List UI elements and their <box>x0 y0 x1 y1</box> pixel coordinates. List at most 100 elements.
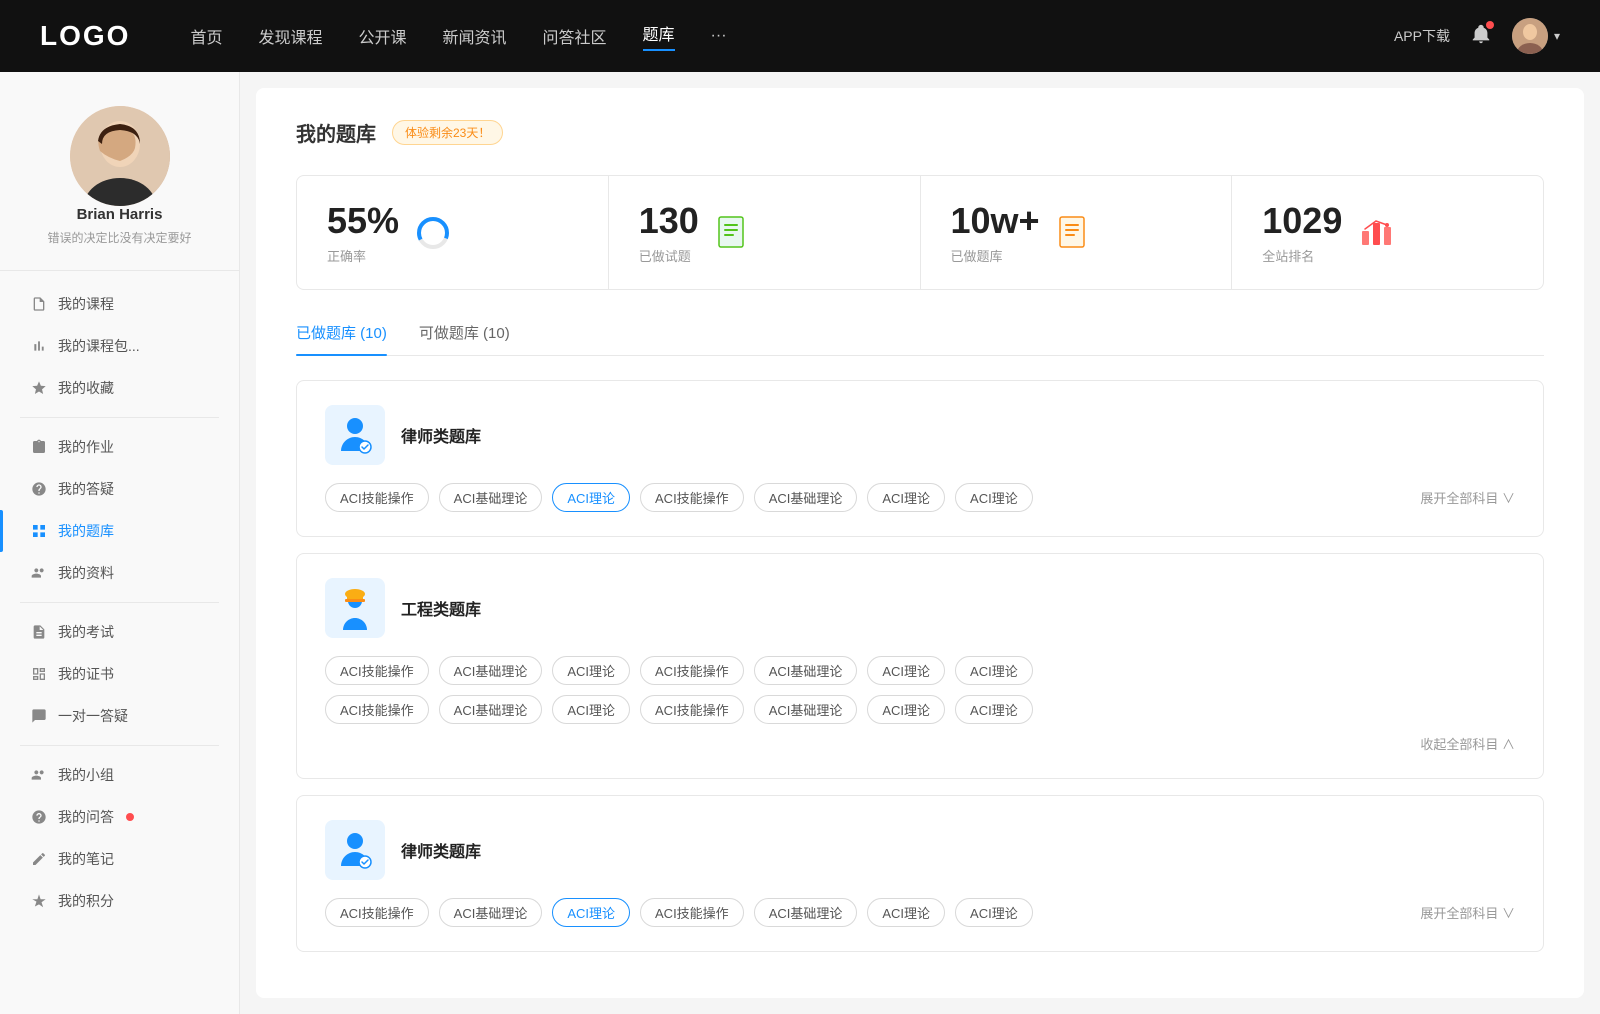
profile-avatar <box>70 106 170 206</box>
notification-bell[interactable] <box>1470 23 1492 50</box>
nav-question-bank[interactable]: 题库 <box>643 21 675 51</box>
tag-3-5[interactable]: ACI基础理论 <box>754 898 858 927</box>
sidebar-label-one-on-one: 一对一答疑 <box>58 706 128 726</box>
sidebar-label-my-qa: 我的问答 <box>58 807 114 827</box>
profile-section: Brian Harris 错误的决定比没有决定要好 <box>0 96 239 271</box>
tag-2-13[interactable]: ACI理论 <box>867 695 945 724</box>
bar-chart-icon <box>30 337 48 355</box>
nav-open-course[interactable]: 公开课 <box>358 24 406 48</box>
sidebar-item-favorites[interactable]: 我的收藏 <box>0 367 239 409</box>
qbank-2-tags-row2: ACI技能操作 ACI基础理论 ACI理论 ACI技能操作 ACI基础理论 AC… <box>325 695 1515 724</box>
stat-accuracy-label: 正确率 <box>327 246 399 265</box>
sidebar-item-my-course[interactable]: 我的课程 <box>0 283 239 325</box>
sidebar-item-group[interactable]: 我的小组 <box>0 754 239 796</box>
tag-3-4[interactable]: ACI技能操作 <box>640 898 744 927</box>
sidebar-label-favorites: 我的收藏 <box>58 378 114 398</box>
tag-2-11[interactable]: ACI技能操作 <box>640 695 744 724</box>
profile-motto: 错误的决定比没有决定要好 <box>47 229 191 246</box>
chat-icon <box>30 707 48 725</box>
person-icon <box>30 564 48 582</box>
tag-2-10[interactable]: ACI理论 <box>552 695 630 724</box>
nav-home[interactable]: 首页 <box>190 24 222 48</box>
qbank-1-icon <box>325 405 385 465</box>
expand-link-1[interactable]: 展开全部科目 ∨ <box>1420 488 1515 507</box>
nav-news[interactable]: 新闻资讯 <box>443 24 507 48</box>
qbank-2-name: 工程类题库 <box>401 596 481 620</box>
page-header: 我的题库 体验剩余23天！ <box>296 118 1544 147</box>
sidebar-item-exam[interactable]: 我的考试 <box>0 611 239 653</box>
sidebar-item-profile[interactable]: 我的资料 <box>0 552 239 594</box>
app-download-button[interactable]: APP下载 <box>1394 26 1450 46</box>
sidebar-item-qa[interactable]: 我的答疑 <box>0 468 239 510</box>
tag-2-12[interactable]: ACI基础理论 <box>754 695 858 724</box>
expand-link-3[interactable]: 展开全部科目 ∨ <box>1420 903 1515 922</box>
sidebar-item-my-qa[interactable]: 我的问答 <box>0 796 239 838</box>
stat-ranking-value: 1029 <box>1262 200 1342 242</box>
divider-1 <box>20 417 219 418</box>
sidebar-item-notes[interactable]: 我的笔记 <box>0 838 239 880</box>
stat-ranking-text: 1029 全站排名 <box>1262 200 1342 265</box>
points-icon <box>30 892 48 910</box>
tag-2-7[interactable]: ACI理论 <box>955 656 1033 685</box>
tag-2-5[interactable]: ACI基础理论 <box>754 656 858 685</box>
assignment-icon <box>30 438 48 456</box>
tag-2-1[interactable]: ACI技能操作 <box>325 656 429 685</box>
tag-2-2[interactable]: ACI基础理论 <box>439 656 543 685</box>
tag-2-3[interactable]: ACI理论 <box>552 656 630 685</box>
tag-2-4[interactable]: ACI技能操作 <box>640 656 744 685</box>
sidebar-item-one-on-one[interactable]: 一对一答疑 <box>0 695 239 737</box>
tab-available-banks[interactable]: 可做题库 (10) <box>419 322 510 355</box>
tag-2-9[interactable]: ACI基础理论 <box>439 695 543 724</box>
tag-2-14[interactable]: ACI理论 <box>955 695 1033 724</box>
group-icon <box>30 766 48 784</box>
nav-more[interactable]: ··· <box>711 27 727 45</box>
tag-2-8[interactable]: ACI技能操作 <box>325 695 429 724</box>
user-avatar-menu[interactable]: ▾ <box>1512 18 1560 54</box>
tag-1-1[interactable]: ACI技能操作 <box>325 483 429 512</box>
sidebar-item-question-bank[interactable]: 我的题库 <box>0 510 239 552</box>
grid-icon <box>30 522 48 540</box>
stat-questions-done-value: 130 <box>639 200 699 242</box>
qbank-card-3: 律师类题库 ACI技能操作 ACI基础理论 ACI理论 ACI技能操作 ACI基… <box>296 795 1544 952</box>
sidebar-item-certificate[interactable]: 我的证书 <box>0 653 239 695</box>
main-content: 我的题库 体验剩余23天！ 55% 正确率 <box>256 88 1584 998</box>
qbank-3-icon <box>325 820 385 880</box>
page-title: 我的题库 <box>296 118 376 147</box>
stat-banks-done-text: 10w+ 已做题库 <box>951 200 1040 265</box>
tag-2-6[interactable]: ACI理论 <box>867 656 945 685</box>
sidebar-menu: 我的课程 我的课程包... 我的收藏 我的作业 <box>0 271 239 934</box>
tag-3-3-active[interactable]: ACI理论 <box>552 898 630 927</box>
stats-row: 55% 正确率 130 已做试题 <box>296 175 1544 290</box>
question-icon <box>30 808 48 826</box>
sidebar-label-group: 我的小组 <box>58 765 114 785</box>
sidebar-item-course-pack[interactable]: 我的课程包... <box>0 325 239 367</box>
tag-1-7[interactable]: ACI理论 <box>955 483 1033 512</box>
tab-done-banks[interactable]: 已做题库 (10) <box>296 322 387 355</box>
nav-courses[interactable]: 发现课程 <box>258 24 322 48</box>
collapse-link-2[interactable]: 收起全部科目 ∧ <box>1420 737 1515 752</box>
tag-3-1[interactable]: ACI技能操作 <box>325 898 429 927</box>
tag-1-6[interactable]: ACI理论 <box>867 483 945 512</box>
nav-qa[interactable]: 问答社区 <box>543 24 607 48</box>
tag-1-2[interactable]: ACI基础理论 <box>439 483 543 512</box>
qbank-card-2: 工程类题库 ACI技能操作 ACI基础理论 ACI理论 ACI技能操作 ACI基… <box>296 553 1544 779</box>
divider-3 <box>20 745 219 746</box>
qbank-card-1: 律师类题库 ACI技能操作 ACI基础理论 ACI理论 ACI技能操作 ACI基… <box>296 380 1544 537</box>
stat-banks-done-label: 已做题库 <box>951 246 1040 265</box>
header-right: APP下载 ▾ <box>1394 18 1560 54</box>
qa-notification-dot <box>126 813 134 821</box>
tabs: 已做题库 (10) 可做题库 (10) <box>296 322 1544 356</box>
qbank-2-tags-row1: ACI技能操作 ACI基础理论 ACI理论 ACI技能操作 ACI基础理论 AC… <box>325 656 1515 685</box>
sidebar-item-homework[interactable]: 我的作业 <box>0 426 239 468</box>
logo[interactable]: LOGO <box>40 20 130 52</box>
sidebar-item-points[interactable]: 我的积分 <box>0 880 239 922</box>
stat-accuracy: 55% 正确率 <box>297 176 609 289</box>
tag-1-5[interactable]: ACI基础理论 <box>754 483 858 512</box>
sidebar-label-homework: 我的作业 <box>58 437 114 457</box>
tag-3-2[interactable]: ACI基础理论 <box>439 898 543 927</box>
tag-3-7[interactable]: ACI理论 <box>955 898 1033 927</box>
tag-1-3-active[interactable]: ACI理论 <box>552 483 630 512</box>
tag-1-4[interactable]: ACI技能操作 <box>640 483 744 512</box>
tag-3-6[interactable]: ACI理论 <box>867 898 945 927</box>
chart-red-icon <box>1358 215 1394 251</box>
